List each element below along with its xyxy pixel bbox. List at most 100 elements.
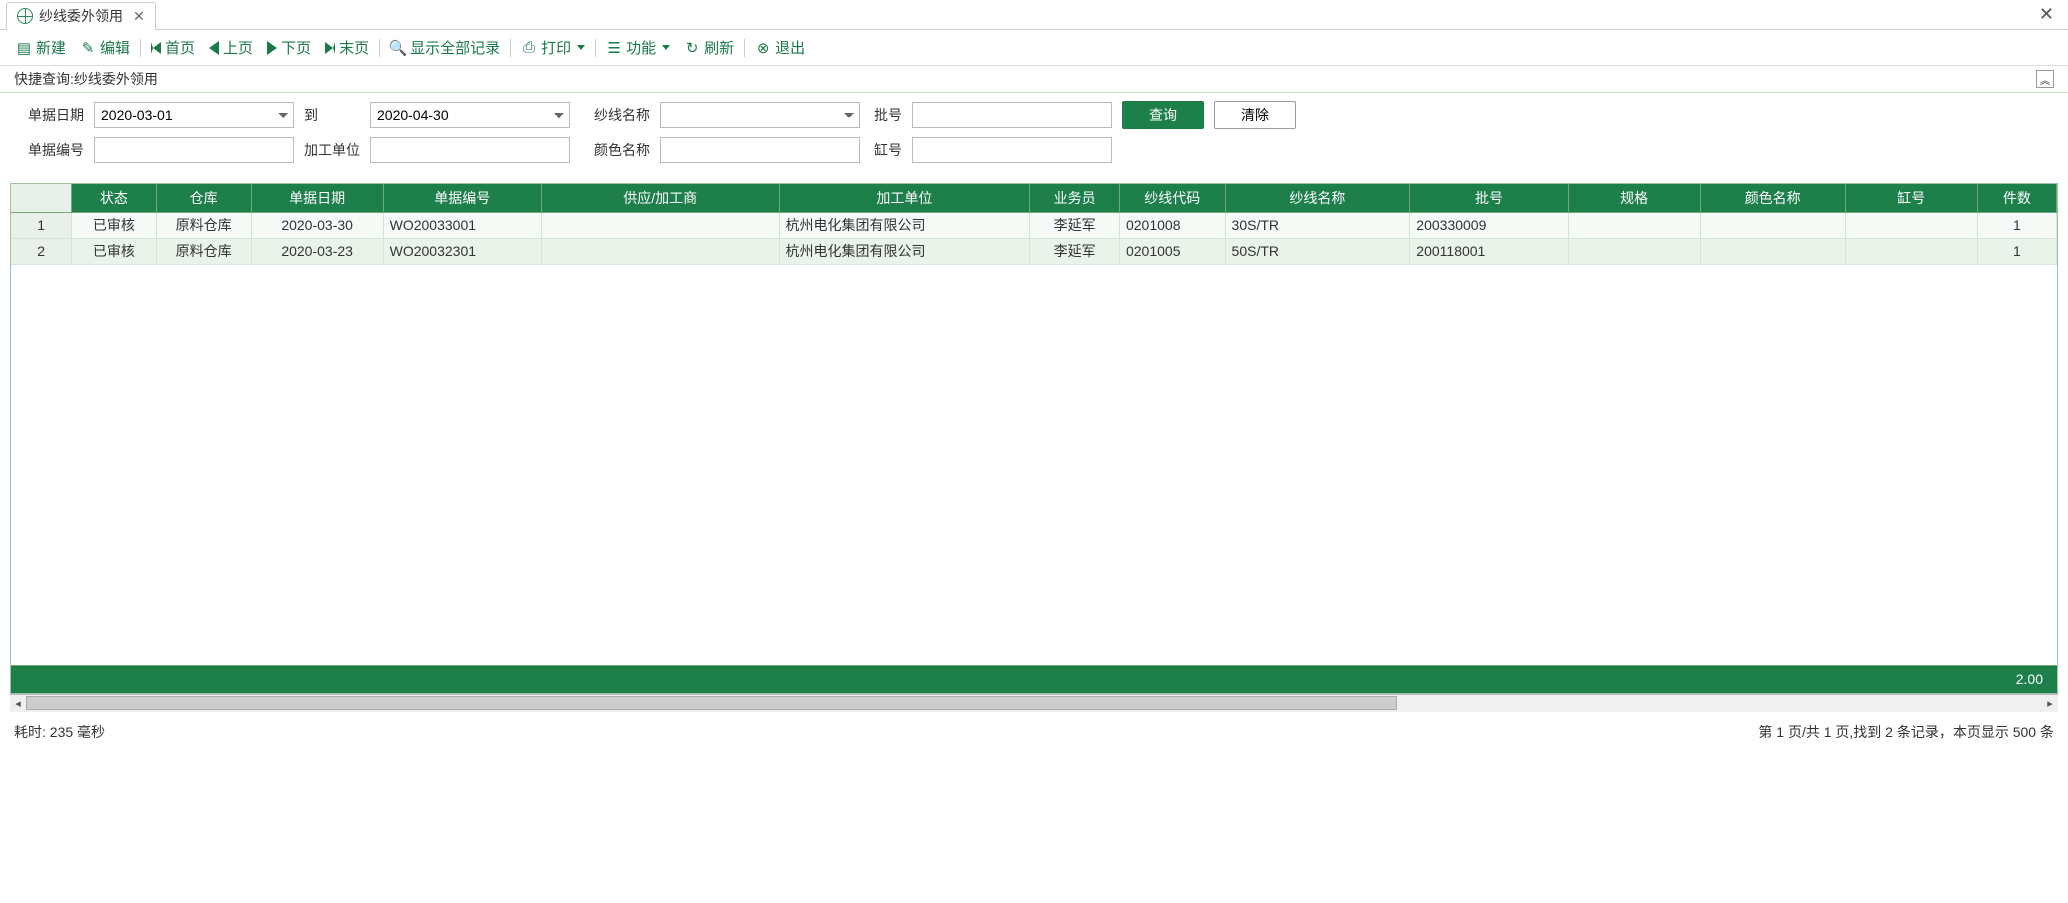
new-button[interactable]: ▤ 新建 <box>10 35 72 60</box>
first-label: 首页 <box>165 37 195 58</box>
cell[interactable]: 李延军 <box>1030 238 1120 264</box>
col-color-name[interactable]: 颜色名称 <box>1700 184 1845 212</box>
next-label: 下页 <box>281 37 311 58</box>
prev-page-button[interactable]: 上页 <box>203 35 259 60</box>
cell[interactable]: 原料仓库 <box>156 212 251 238</box>
function-button[interactable]: ☰ 功能 <box>600 35 676 60</box>
cell[interactable]: 2020-03-30 <box>251 212 383 238</box>
color-name-input[interactable] <box>660 137 860 163</box>
quick-query-bar: 快捷查询:纱线委外领用 ︽ <box>0 66 2068 93</box>
col-yarn-code[interactable]: 纱线代码 <box>1119 184 1225 212</box>
scroll-left-icon[interactable]: ◂ <box>10 697 26 710</box>
last-page-button[interactable]: 末页 <box>319 35 375 60</box>
cell[interactable] <box>541 212 779 238</box>
cell[interactable]: 杭州电化集团有限公司 <box>779 238 1030 264</box>
proc-unit-input[interactable] <box>370 137 570 163</box>
col-pieces[interactable]: 件数 <box>1977 184 2056 212</box>
status-elapsed: 耗时: 235 毫秒 <box>14 722 105 742</box>
tab-title: 纱线委外领用 <box>39 6 123 26</box>
rownum-header <box>11 184 72 212</box>
col-doc-no[interactable]: 单据编号 <box>383 184 541 212</box>
toolbar: ▤ 新建 ✎ 编辑 首页 上页 下页 末页 🔍 显示全部记录 ⎙ 打印 ☰ 功能… <box>0 30 2068 66</box>
cell[interactable]: 0201008 <box>1119 212 1225 238</box>
col-doc-date[interactable]: 单据日期 <box>251 184 383 212</box>
date-from-input[interactable] <box>94 102 294 128</box>
vat-no-input[interactable] <box>912 137 1112 163</box>
cell[interactable]: 200330009 <box>1410 212 1568 238</box>
cell[interactable]: 50S/TR <box>1225 238 1410 264</box>
show-all-button[interactable]: 🔍 显示全部记录 <box>384 35 506 60</box>
cell[interactable]: 已审核 <box>72 238 156 264</box>
close-window-icon[interactable]: ✕ <box>2031 4 2062 25</box>
cell[interactable] <box>1568 238 1700 264</box>
cell[interactable]: WO20032301 <box>383 238 541 264</box>
grid-header: 状态 仓库 单据日期 单据编号 供应/加工商 加工单位 业务员 纱线代码 纱线名… <box>11 184 2057 212</box>
status-paging: 第 1 页/共 1 页,找到 2 条记录，本页显示 500 条 <box>1758 722 2054 742</box>
doc-no-input[interactable] <box>94 137 294 163</box>
cell[interactable]: 原料仓库 <box>156 238 251 264</box>
separator <box>510 39 511 57</box>
refresh-button[interactable]: ↻ 刷新 <box>678 35 740 60</box>
cell[interactable]: 杭州电化集团有限公司 <box>779 212 1030 238</box>
cell[interactable]: 1 <box>11 212 72 238</box>
cell[interactable]: WO20033001 <box>383 212 541 238</box>
cell[interactable]: 1 <box>1977 212 2056 238</box>
col-supplier[interactable]: 供应/加工商 <box>541 184 779 212</box>
cell[interactable] <box>1700 212 1845 238</box>
cell[interactable]: 30S/TR <box>1225 212 1410 238</box>
summary-row: 2.00 <box>11 665 2057 693</box>
yarn-name-input[interactable] <box>660 102 860 128</box>
cell[interactable] <box>1568 212 1700 238</box>
print-label: 打印 <box>541 37 571 58</box>
exit-button[interactable]: ⊗ 退出 <box>749 35 811 60</box>
table-row[interactable]: 1已审核原料仓库2020-03-30WO20033001杭州电化集团有限公司李延… <box>11 212 2057 238</box>
first-page-button[interactable]: 首页 <box>145 35 201 60</box>
tab-active[interactable]: 纱线委外领用 ✕ <box>6 2 156 30</box>
cell[interactable]: 2 <box>11 238 72 264</box>
col-proc-unit[interactable]: 加工单位 <box>779 184 1030 212</box>
batch-input[interactable] <box>912 102 1112 128</box>
edit-button[interactable]: ✎ 编辑 <box>74 35 136 60</box>
scroll-thumb[interactable] <box>26 696 1397 710</box>
cell[interactable]: 1 <box>1977 238 2056 264</box>
close-tab-icon[interactable]: ✕ <box>133 8 145 25</box>
cell[interactable]: 李延军 <box>1030 212 1120 238</box>
cell[interactable] <box>1845 238 1977 264</box>
table-row[interactable]: 2已审核原料仓库2020-03-23WO20032301 杭州电化集团有限公司李延… <box>11 238 2057 264</box>
cell[interactable] <box>1845 212 1977 238</box>
col-status[interactable]: 状态 <box>72 184 156 212</box>
separator <box>595 39 596 57</box>
col-batch[interactable]: 批号 <box>1410 184 1568 212</box>
col-salesman[interactable]: 业务员 <box>1030 184 1120 212</box>
col-vat-no[interactable]: 缸号 <box>1845 184 1977 212</box>
cell[interactable] <box>1700 238 1845 264</box>
collapse-button[interactable]: ︽ <box>2036 70 2054 88</box>
date-to-input[interactable] <box>370 102 570 128</box>
edit-label: 编辑 <box>100 37 130 58</box>
scroll-track[interactable] <box>26 696 2042 710</box>
cell[interactable] <box>541 238 779 264</box>
col-spec[interactable]: 规格 <box>1568 184 1700 212</box>
cell[interactable]: 0201005 <box>1119 238 1225 264</box>
horizontal-scrollbar[interactable]: ◂ ▸ <box>10 694 2058 712</box>
next-page-button[interactable]: 下页 <box>261 35 317 60</box>
clear-button[interactable]: 清除 <box>1214 101 1296 129</box>
globe-icon <box>17 8 33 24</box>
print-icon: ⎙ <box>521 40 537 56</box>
cell[interactable]: 2020-03-23 <box>251 238 383 264</box>
separator <box>140 39 141 57</box>
cell[interactable]: 已审核 <box>72 212 156 238</box>
exit-label: 退出 <box>775 37 805 58</box>
grid-body: 1已审核原料仓库2020-03-30WO20033001杭州电化集团有限公司李延… <box>11 212 2057 264</box>
label-doc-no: 单据编号 <box>14 140 84 160</box>
cell[interactable]: 200118001 <box>1410 238 1568 264</box>
print-button[interactable]: ⎙ 打印 <box>515 35 591 60</box>
grid-container: 状态 仓库 单据日期 单据编号 供应/加工商 加工单位 业务员 纱线代码 纱线名… <box>10 183 2058 694</box>
col-yarn-name[interactable]: 纱线名称 <box>1225 184 1410 212</box>
query-button[interactable]: 查询 <box>1122 101 1204 129</box>
first-icon <box>151 42 161 54</box>
data-grid[interactable]: 状态 仓库 单据日期 单据编号 供应/加工商 加工单位 业务员 纱线代码 纱线名… <box>11 184 2057 265</box>
scroll-right-icon[interactable]: ▸ <box>2042 697 2058 710</box>
refresh-icon: ↻ <box>684 40 700 56</box>
col-warehouse[interactable]: 仓库 <box>156 184 251 212</box>
